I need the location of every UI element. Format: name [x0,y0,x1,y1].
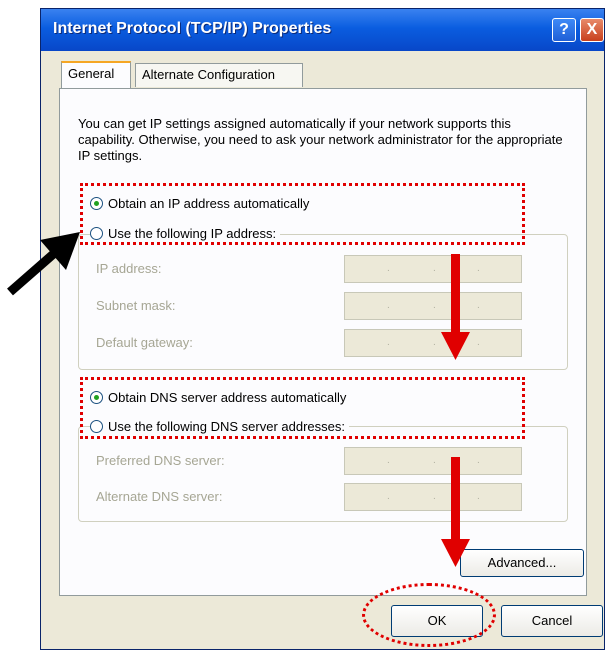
dialog-title: Internet Protocol (TCP/IP) Properties [53,20,332,37]
help-button[interactable]: ? [552,18,576,42]
preferred-dns-input[interactable]: ... [344,447,522,475]
close-button[interactable]: X [580,18,604,42]
highlight-ok-button [362,583,496,647]
advanced-button[interactable]: Advanced... [460,549,584,577]
default-gateway-label: Default gateway: [96,335,193,350]
alternate-dns-input[interactable]: ... [344,483,522,511]
highlight-ip-options [80,183,525,245]
ip-address-input[interactable]: ... [344,255,522,283]
close-icon: X [586,21,598,38]
description-text: You can get IP settings assigned automat… [78,116,563,163]
ip-address-label: IP address: [96,261,162,276]
cancel-button[interactable]: Cancel [501,605,603,637]
default-gateway-input[interactable]: ... [344,329,522,357]
subnet-mask-input[interactable]: ... [344,292,522,320]
subnet-mask-label: Subnet mask: [96,298,176,313]
general-tab-panel: You can get IP settings assigned automat… [59,88,587,596]
preferred-dns-label: Preferred DNS server: [96,453,225,468]
title-bar[interactable]: Internet Protocol (TCP/IP) Properties ? … [41,9,604,51]
highlight-dns-options [80,377,525,439]
help-icon: ? [559,21,569,38]
alternate-dns-label: Alternate DNS server: [96,489,223,504]
tcpip-properties-dialog: Internet Protocol (TCP/IP) Properties ? … [40,8,605,650]
tab-general[interactable]: General [61,61,131,88]
tab-alternate-configuration[interactable]: Alternate Configuration [135,63,303,87]
